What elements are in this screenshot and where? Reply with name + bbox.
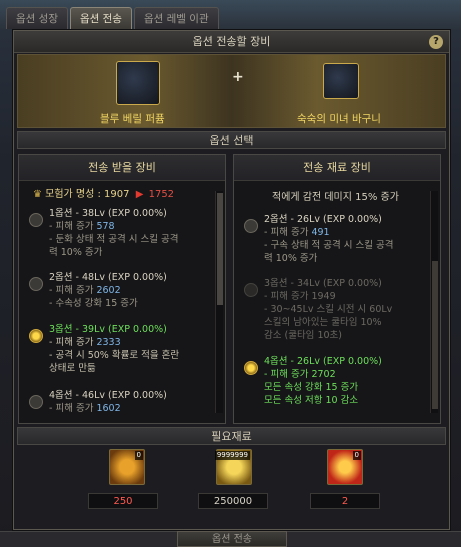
option-label: - 피해 증가: [49, 337, 94, 348]
target-item-icon[interactable]: [323, 63, 359, 99]
option-value: 578: [96, 221, 115, 232]
radio-button-selected[interactable]: [244, 361, 258, 375]
radio-button[interactable]: [29, 395, 43, 409]
radio-button[interactable]: [29, 213, 43, 227]
receive-equipment-column: 전송 받을 장비 ♛ 모험가 명성 : 1907 ▶ 1752 1옵션 - 38…: [18, 154, 226, 424]
option-label: - 피해 증가: [264, 291, 309, 302]
help-icon[interactable]: ?: [429, 35, 443, 49]
adventurer-fame: ♛ 모험가 명성 : 1907 ▶ 1752: [33, 185, 174, 200]
material-gem-icon[interactable]: 0: [109, 449, 145, 485]
adventurer-target: 1752: [148, 189, 175, 200]
tab-option-transfer[interactable]: 옵션 전송: [69, 7, 132, 29]
option-value: 491: [311, 227, 330, 238]
material-count: 2: [310, 493, 380, 509]
option-label: - 피해 증가: [49, 285, 94, 296]
option-title: 3옵션 - 34Lv (EXP 0.00%): [264, 278, 382, 289]
material-scrollbar[interactable]: [430, 191, 438, 413]
radio-button-selected[interactable]: [29, 329, 43, 343]
scroll-thumb[interactable]: [432, 261, 438, 409]
radio-button[interactable]: [244, 219, 258, 233]
option-transfer-window: 옵션 성장 옵션 전송 옵션 레벨 이관 옵션 전송할 장비 ? + 블루 베릴…: [0, 0, 461, 547]
option-sub: 모든 속성 저항 10 감소: [264, 395, 359, 406]
option-sub: 상태로 만듦: [49, 363, 96, 374]
transfer-button[interactable]: 옵션 전송: [177, 531, 287, 547]
option-value: 2333: [96, 337, 121, 348]
material-column-title: 전송 재료 장비: [234, 155, 440, 181]
scroll-thumb[interactable]: [217, 193, 223, 305]
option-title: 2옵션 - 26Lv (EXP 0.00%): [264, 214, 382, 225]
option-sub: - 30~45Lv 스킬 시전 시 60Lv: [264, 304, 393, 315]
option-label: - 피해 증가: [49, 221, 94, 232]
material-badge: 9999999: [214, 451, 250, 460]
option-sub: 력 10% 증가: [49, 247, 103, 258]
material-badge: 0: [134, 451, 143, 460]
trophy-icon: ♛: [33, 189, 46, 200]
tab-option-level-transfer[interactable]: 옵션 레벨 이관: [133, 7, 219, 29]
option-sub: 감소 (쿨타임 10초): [264, 330, 342, 341]
material-count: 250: [88, 493, 158, 509]
option-title: 1옵션 - 38Lv (EXP 0.00%): [49, 208, 167, 219]
radio-button-disabled[interactable]: [244, 283, 258, 297]
equipment-banner: + 블루 베릴 퍼퓸 숙숙의 미녀 바구니: [17, 54, 446, 128]
option-sub: - 구속 상태 적 공격 시 스킬 공격: [264, 240, 394, 251]
fire-crystal-icon[interactable]: 0: [327, 449, 363, 485]
option-sub: 스킬의 남아있는 쿨타임 10%: [264, 317, 382, 328]
plus-icon: +: [232, 69, 244, 85]
target-item-name: 숙숙의 미녀 바구니: [297, 113, 381, 125]
option-select-header: 옵션 선택: [17, 131, 446, 149]
panel-title-text: 옵션 전송할 장비: [192, 35, 271, 48]
arrow-right-icon: ▶: [135, 189, 144, 200]
option-title: 2옵션 - 48Lv (EXP 0.00%): [49, 272, 167, 283]
option-value: 1949: [311, 291, 336, 302]
option-title: 3옵션 - 39Lv (EXP 0.00%): [49, 324, 167, 335]
option-sub: 모든 속성 강화 15 증가: [264, 382, 359, 393]
panel-title: 옵션 전송할 장비 ?: [14, 31, 449, 53]
option-label: - 피해 증가: [49, 403, 94, 414]
source-item-name: 블루 베릴 퍼퓸: [100, 113, 165, 125]
option-label: - 피해 증가: [264, 369, 309, 380]
option-sub: - 수속성 강화 15 증가: [49, 298, 138, 309]
adventurer-score: 모험가 명성 : 1907: [45, 189, 130, 200]
radio-button[interactable]: [29, 277, 43, 291]
option-title: 4옵션 - 46Lv (EXP 0.00%): [49, 390, 167, 401]
tab-option-growth[interactable]: 옵션 성장: [6, 7, 68, 29]
option-value: 1602: [96, 403, 121, 414]
receive-column-title: 전송 받을 장비: [19, 155, 225, 181]
required-materials-header: 필요재료: [17, 427, 446, 445]
material-effect-text: 적에게 감전 데미지 15% 증가: [272, 192, 399, 203]
option-sub: - 둔화 상태 적 공격 시 스킬 공격: [49, 234, 179, 245]
option-label: - 피해 증가: [264, 227, 309, 238]
option-value: 2702: [311, 369, 336, 380]
material-equipment-column: 전송 재료 장비 적에게 감전 데미지 15% 증가 2옵션 - 26Lv (E…: [233, 154, 441, 424]
main-panel: 옵션 전송할 장비 ? + 블루 베릴 퍼퓸 숙숙의 미녀 바구니 옵션 선택 …: [13, 30, 450, 530]
material-badge: 0: [352, 451, 361, 460]
gold-coins-icon[interactable]: 9999999: [214, 449, 252, 485]
option-title: 4옵션 - 26Lv (EXP 0.00%): [264, 356, 382, 367]
option-value: 2602: [96, 285, 121, 296]
source-item-icon[interactable]: [116, 61, 160, 105]
option-sub: 력 10% 증가: [264, 253, 318, 264]
receive-scrollbar[interactable]: [215, 191, 223, 413]
material-count: 250000: [198, 493, 268, 509]
tab-bar: 옵션 성장 옵션 전송 옵션 레벨 이관: [6, 7, 219, 29]
option-sub: - 공격 시 50% 확률로 적을 혼란: [49, 350, 180, 361]
